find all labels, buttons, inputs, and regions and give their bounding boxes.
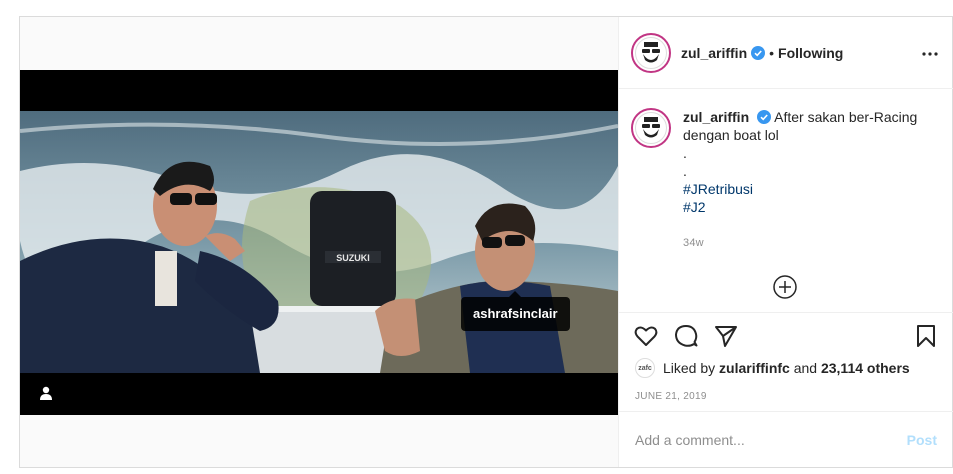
heart-icon[interactable]: [633, 323, 659, 349]
more-icon[interactable]: [921, 45, 939, 63]
avatar[interactable]: [631, 32, 671, 73]
caption-line: .: [683, 163, 687, 179]
share-icon[interactable]: [713, 323, 739, 349]
caption-age: 34w: [683, 237, 704, 249]
comment-input[interactable]: [635, 431, 907, 448]
tagged-user-bubble[interactable]: ashrafsinclair: [461, 291, 570, 331]
engine-brand-text: SUZUKI: [336, 253, 370, 263]
caption-avatar-image: [635, 112, 667, 144]
letterbox-top: [20, 70, 618, 111]
bookmark-icon[interactable]: [913, 323, 939, 349]
post-photo[interactable]: SUZUKI: [20, 111, 618, 373]
action-bar: zafc Liked by zulariffinfc and 23,114 ot…: [619, 312, 953, 427]
likes-prefix: Liked by: [663, 360, 716, 376]
letterbox-bottom: [20, 373, 618, 415]
plus-circle-icon[interactable]: [772, 274, 798, 300]
caption-area: zul_ariffin After sakan ber-Racing denga…: [619, 90, 953, 312]
caption-verified-icon: [757, 110, 772, 124]
post-media[interactable]: SUZUKI ashrafsinclair: [20, 17, 618, 467]
post-sidebar: zul_ariffin • Following zul_ariffin Afte…: [618, 17, 953, 467]
liker-avatar[interactable]: zafc: [635, 358, 655, 378]
likes-summary: zafc Liked by zulariffinfc and 23,114 ot…: [635, 358, 910, 378]
liker-username[interactable]: zulariffinfc: [719, 360, 790, 376]
likes-count[interactable]: 23,114 others: [821, 360, 910, 376]
caption-username[interactable]: zul_ariffin: [683, 109, 749, 125]
comment-icon[interactable]: [673, 323, 699, 349]
following-button[interactable]: Following: [778, 45, 843, 61]
caption-avatar[interactable]: [631, 108, 671, 148]
hashtag-link[interactable]: #JRetribusi: [683, 180, 943, 198]
post-header: zul_ariffin • Following: [619, 17, 953, 89]
user-tag-icon[interactable]: [32, 379, 60, 407]
header-separator: •: [769, 44, 775, 61]
post-comment-button[interactable]: Post: [907, 432, 937, 448]
header-username[interactable]: zul_ariffin: [681, 45, 747, 61]
likes-and: and: [793, 360, 818, 376]
avatar-image: [635, 36, 667, 69]
post-date[interactable]: JUNE 21, 2019: [635, 391, 707, 402]
hashtag-link[interactable]: #J2: [683, 198, 943, 216]
verified-icon: [751, 45, 766, 60]
post-card: SUZUKI ashrafsinclair zul_ariffin • Foll…: [19, 16, 953, 468]
caption-line: .: [683, 145, 687, 161]
comment-box: Post: [619, 411, 953, 467]
caption-text: zul_ariffin After sakan ber-Racing denga…: [683, 108, 943, 252]
caption-row: zul_ariffin After sakan ber-Racing denga…: [631, 108, 943, 252]
